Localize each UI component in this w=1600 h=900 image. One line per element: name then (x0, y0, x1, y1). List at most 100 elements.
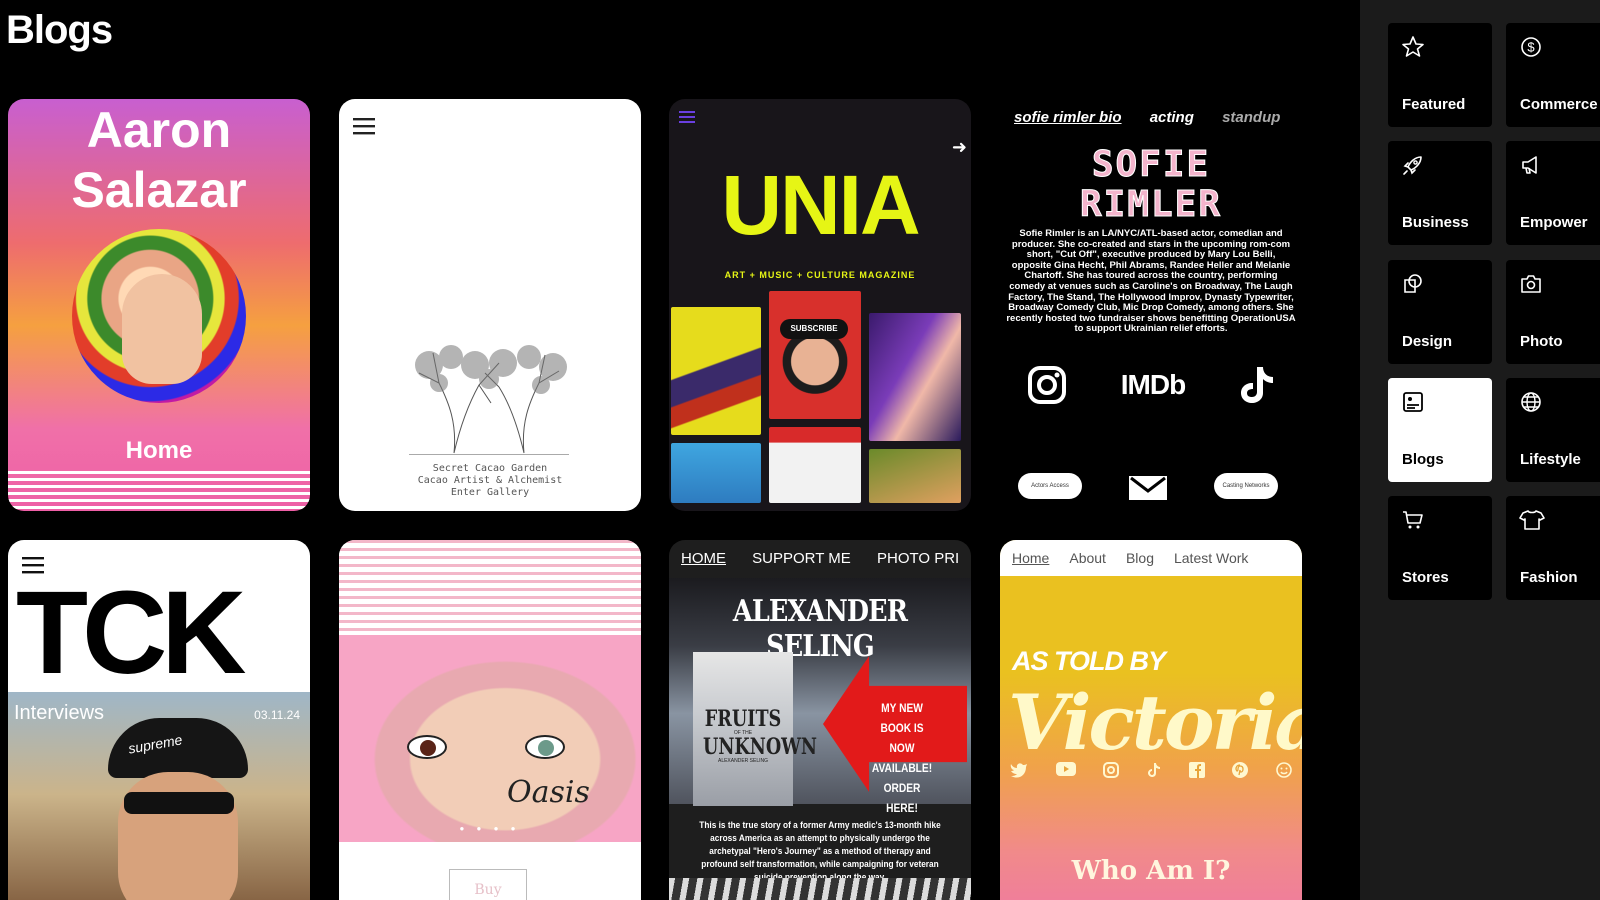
template-card-oasis[interactable]: Oasis ● ● ● ● Buy (339, 540, 641, 900)
category-label: Commerce (1520, 96, 1598, 113)
svg-text:$: $ (1527, 40, 1535, 55)
banner-line-1: MY NEW BOOK IS (880, 701, 924, 735)
unia-photo-6 (869, 449, 961, 503)
aaron-face (122, 274, 202, 384)
template-grid: Aaron Salazar Home Secret Cacao Garden C… (8, 99, 1304, 900)
book-cover[interactable]: FRUITS OF THE UNKNOWN ALEXANDER SELING (693, 652, 818, 806)
victoria-kicker: AS TOLD BY (1012, 646, 1166, 676)
nav-link-home[interactable]: HOME (681, 550, 726, 567)
actors-access-button[interactable]: Actors Access (1018, 473, 1082, 499)
tck-logo: TCK (16, 567, 247, 699)
category-tile-design[interactable]: Design (1388, 260, 1492, 364)
nav-link-acting[interactable]: acting (1150, 109, 1194, 126)
sofie-nav: sofie rimler bio acting standup (1014, 109, 1302, 126)
oasis-stripes (339, 540, 641, 635)
oasis-eye-right (525, 735, 565, 759)
arrow-right-icon[interactable]: ➜ (952, 137, 967, 158)
template-card-unia[interactable]: ➜ UNIA ART + MUSIC + CULTURE MAGAZINE SU… (669, 99, 971, 511)
category-label: Lifestyle (1520, 451, 1581, 468)
unia-photo-1 (671, 307, 761, 435)
megaphone-icon (1522, 156, 1537, 174)
casting-networks-button[interactable]: Casting Networks (1214, 473, 1278, 499)
unia-photo-4 (671, 443, 761, 503)
victoria-social-icons (1010, 762, 1292, 778)
carousel-dots[interactable]: ● ● ● ● (339, 824, 641, 833)
template-card-tck[interactable]: TCK Interviews 03.11.24 supreme (8, 540, 310, 900)
victoria-nav: Home About Blog Latest Work (1000, 540, 1302, 576)
category-label: Photo (1520, 333, 1563, 350)
template-card-aaron-salazar[interactable]: Aaron Salazar Home (8, 99, 310, 511)
garden-title: Secret Cacao Garden (432, 463, 548, 474)
smiley-icon[interactable] (1276, 762, 1292, 778)
aaron-home-link[interactable]: Home (8, 437, 310, 465)
template-card-victoria[interactable]: Home About Blog Latest Work AS TOLD BY V… (1000, 540, 1302, 900)
category-tile-commerce[interactable]: $ Commerce (1506, 23, 1600, 127)
category-tile-business[interactable]: Business (1388, 141, 1492, 245)
instagram-icon[interactable] (1027, 365, 1067, 405)
nav-link-about[interactable]: About (1069, 550, 1106, 566)
globe-icon (1521, 392, 1541, 412)
nav-link-latest-work[interactable]: Latest Work (1174, 550, 1248, 566)
category-label: Fashion (1520, 569, 1578, 586)
nav-link-bio[interactable]: sofie rimler bio (1014, 109, 1122, 126)
sofie-name-line1: SOFIE (1091, 144, 1211, 185)
enter-gallery-link[interactable]: Enter Gallery (339, 487, 641, 499)
aaron-name-line1: Aaron (86, 102, 232, 158)
victoria-title: Victoria (1008, 678, 1302, 767)
category-label: Business (1402, 214, 1469, 231)
category-tile-featured[interactable]: Featured (1388, 23, 1492, 127)
template-card-cacao-garden[interactable]: Secret Cacao Garden Cacao Artist & Alche… (339, 99, 641, 511)
cart-icon (1403, 511, 1423, 529)
category-tile-stores[interactable]: Stores (1388, 496, 1492, 600)
pinterest-icon[interactable] (1232, 762, 1249, 778)
tck-section-label: Interviews (14, 702, 105, 724)
aaron-stripes (8, 471, 310, 511)
nav-link-support[interactable]: SUPPORT ME (752, 550, 851, 567)
tiktok-icon[interactable] (1147, 762, 1161, 778)
garden-subtitle: Cacao Artist & Alchemist (417, 475, 563, 486)
book-title-3: UNKNOWN (703, 734, 818, 760)
category-tile-photo[interactable]: Photo (1506, 260, 1600, 364)
banner-line-3: ORDER HERE! (883, 781, 921, 815)
subscribe-button[interactable]: SUBSCRIBE (780, 319, 848, 339)
aaron-name-line2: Salazar (71, 162, 247, 218)
category-tile-fashion[interactable]: Fashion (1506, 496, 1600, 600)
youtube-icon[interactable] (1055, 762, 1076, 776)
order-banner-text[interactable]: MY NEW BOOK IS NOW AVAILABLE! ORDER HERE… (867, 698, 937, 818)
category-label: Blogs (1402, 451, 1444, 468)
category-tile-blogs[interactable]: Blogs (1388, 378, 1492, 482)
hamburger-menu-icon[interactable] (679, 111, 695, 123)
buy-button[interactable]: Buy (449, 869, 527, 900)
nav-link-standup[interactable]: standup (1222, 109, 1280, 126)
instagram-icon[interactable] (1103, 762, 1120, 778)
category-tile-empower[interactable]: Empower (1506, 141, 1600, 245)
nav-link-blog[interactable]: Blog (1126, 550, 1154, 566)
imdb-icon[interactable]: IMDb (1121, 369, 1186, 401)
template-card-alexander-seling[interactable]: HOME SUPPORT ME PHOTO PRI ALEXANDER SELI… (669, 540, 971, 900)
oasis-eye-left (407, 735, 447, 759)
seling-description: This is the true story of a former Army … (699, 820, 941, 882)
star-icon (1402, 36, 1424, 57)
nav-link-photo[interactable]: PHOTO PRI (877, 550, 959, 567)
mail-icon[interactable] (1128, 475, 1168, 501)
template-card-sofie-rimler[interactable]: sofie rimler bio acting standup SOFIE RI… (1000, 99, 1302, 511)
garden-caption: Secret Cacao Garden Cacao Artist & Alche… (339, 463, 641, 499)
tiktok-icon[interactable] (1239, 365, 1275, 405)
facebook-icon[interactable] (1188, 762, 1205, 778)
category-label: Stores (1402, 569, 1449, 586)
nav-link-home[interactable]: Home (1012, 550, 1049, 566)
unia-photo-5 (769, 427, 861, 503)
hamburger-menu-icon[interactable] (353, 117, 375, 135)
blog-icon (1403, 392, 1423, 412)
category-tile-lifestyle[interactable]: Lifestyle (1506, 378, 1600, 482)
victoria-who-am-i: Who Am I? (1071, 856, 1231, 886)
category-panel: Featured $ Commerce Business Empower Des… (1360, 0, 1600, 900)
seling-nav: HOME SUPPORT ME PHOTO PRI (681, 550, 971, 567)
twitter-icon[interactable] (1010, 762, 1028, 778)
shapes-icon (1404, 274, 1422, 293)
oasis-script-title: Oasis (507, 775, 590, 810)
book-title-1: FRUITS (704, 706, 782, 732)
category-label: Featured (1402, 96, 1466, 113)
tck-glasses (124, 792, 234, 814)
sofie-name-line2: RIMLER (1079, 184, 1223, 225)
